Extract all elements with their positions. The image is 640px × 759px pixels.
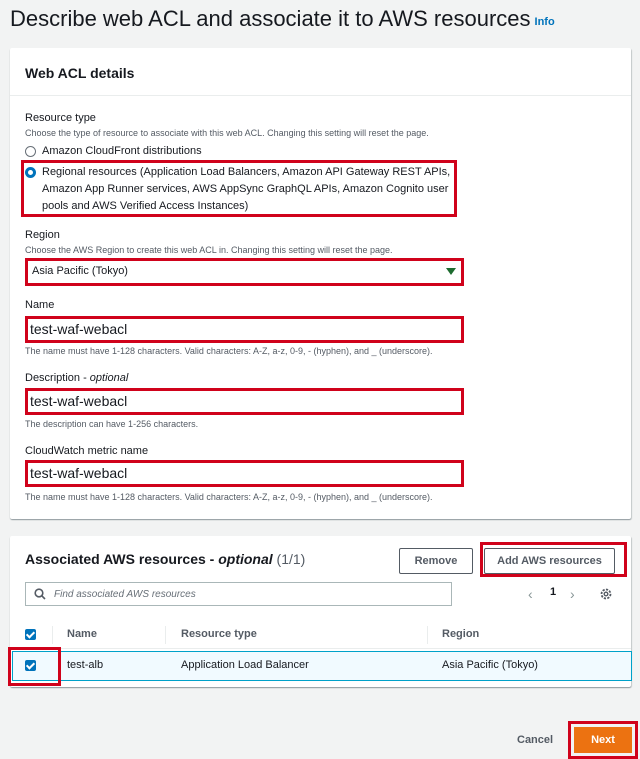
- optional-tag: optional: [89, 372, 129, 384]
- next-button[interactable]: Next: [574, 727, 632, 753]
- radio-regional-line1: Regional resources (Application Load Bal…: [42, 166, 451, 178]
- metric-hint: The name must have 1-128 characters. Val…: [25, 492, 433, 502]
- search-icon: [34, 588, 46, 600]
- description-input[interactable]: [28, 391, 462, 411]
- region-select[interactable]: Asia Pacific (Tokyo): [28, 262, 462, 282]
- remove-button[interactable]: Remove: [399, 548, 473, 574]
- table-row[interactable]: [12, 651, 632, 681]
- search-placeholder: Find associated AWS resources: [54, 588, 196, 600]
- page-number[interactable]: 1: [550, 586, 556, 598]
- column-divider: [52, 626, 53, 644]
- table-header-divider: [10, 648, 631, 649]
- row-name: test-alb: [67, 659, 104, 671]
- radio-button-selected[interactable]: [25, 167, 36, 178]
- resource-type-description: Choose the type of resource to associate…: [25, 128, 429, 138]
- add-aws-resources-button[interactable]: Add AWS resources: [484, 548, 615, 574]
- caret-down-icon: [446, 268, 456, 275]
- page-title-text: Describe web ACL and associate it to AWS…: [10, 6, 531, 31]
- metric-input[interactable]: [28, 463, 462, 483]
- radio-regional-label: Regional resources (Application Load Bal…: [42, 164, 450, 215]
- column-header-resource-type[interactable]: Resource type: [181, 628, 257, 640]
- select-all-checkbox[interactable]: [25, 629, 36, 640]
- web-acl-details-header: Web ACL details: [10, 48, 631, 96]
- region-label: Region: [25, 229, 60, 241]
- radio-regional[interactable]: Regional resources (Application Load Bal…: [25, 164, 450, 215]
- radio-regional-line2: Amazon App Runner services, AWS AppSync …: [42, 183, 449, 195]
- row-checkbox[interactable]: [25, 660, 36, 671]
- description-hint: The description can have 1-256 character…: [25, 419, 199, 429]
- page-title: Describe web ACL and associate it to AWS…: [10, 6, 555, 32]
- column-header-name[interactable]: Name: [67, 628, 97, 640]
- resource-type-label: Resource type: [25, 112, 96, 124]
- description-label-text: Description -: [25, 372, 90, 384]
- name-label: Name: [25, 299, 55, 311]
- column-header-region[interactable]: Region: [442, 628, 479, 640]
- radio-cloudfront-label: Amazon CloudFront distributions: [42, 145, 202, 157]
- optional-tag: optional: [218, 551, 273, 567]
- column-divider: [165, 626, 166, 644]
- row-region: Asia Pacific (Tokyo): [442, 659, 538, 671]
- chevron-right-icon[interactable]: ›: [570, 586, 575, 602]
- radio-regional-line3: pools and AWS Verified Access Instances): [42, 200, 249, 212]
- description-label: Description - optional: [25, 372, 128, 384]
- metric-label: CloudWatch metric name: [25, 445, 149, 457]
- associated-resources-title-text: Associated AWS resources -: [25, 551, 219, 567]
- chevron-left-icon[interactable]: ‹: [528, 586, 533, 602]
- row-resource-type: Application Load Balancer: [181, 659, 309, 671]
- info-link[interactable]: Info: [535, 16, 555, 28]
- region-select-value: Asia Pacific (Tokyo): [32, 265, 128, 277]
- region-description: Choose the AWS Region to create this web…: [25, 245, 393, 255]
- gear-icon[interactable]: [599, 587, 613, 601]
- name-hint: The name must have 1-128 characters. Val…: [25, 346, 433, 356]
- search-input[interactable]: Find associated AWS resources: [25, 582, 452, 606]
- radio-button[interactable]: [25, 146, 36, 157]
- cancel-button[interactable]: Cancel: [517, 734, 553, 746]
- column-divider: [427, 626, 428, 644]
- associated-resources-title: Associated AWS resources - optional (1/1…: [25, 551, 305, 567]
- name-input[interactable]: [28, 319, 462, 339]
- radio-cloudfront[interactable]: Amazon CloudFront distributions: [25, 143, 202, 160]
- resource-count: (1/1): [276, 551, 306, 567]
